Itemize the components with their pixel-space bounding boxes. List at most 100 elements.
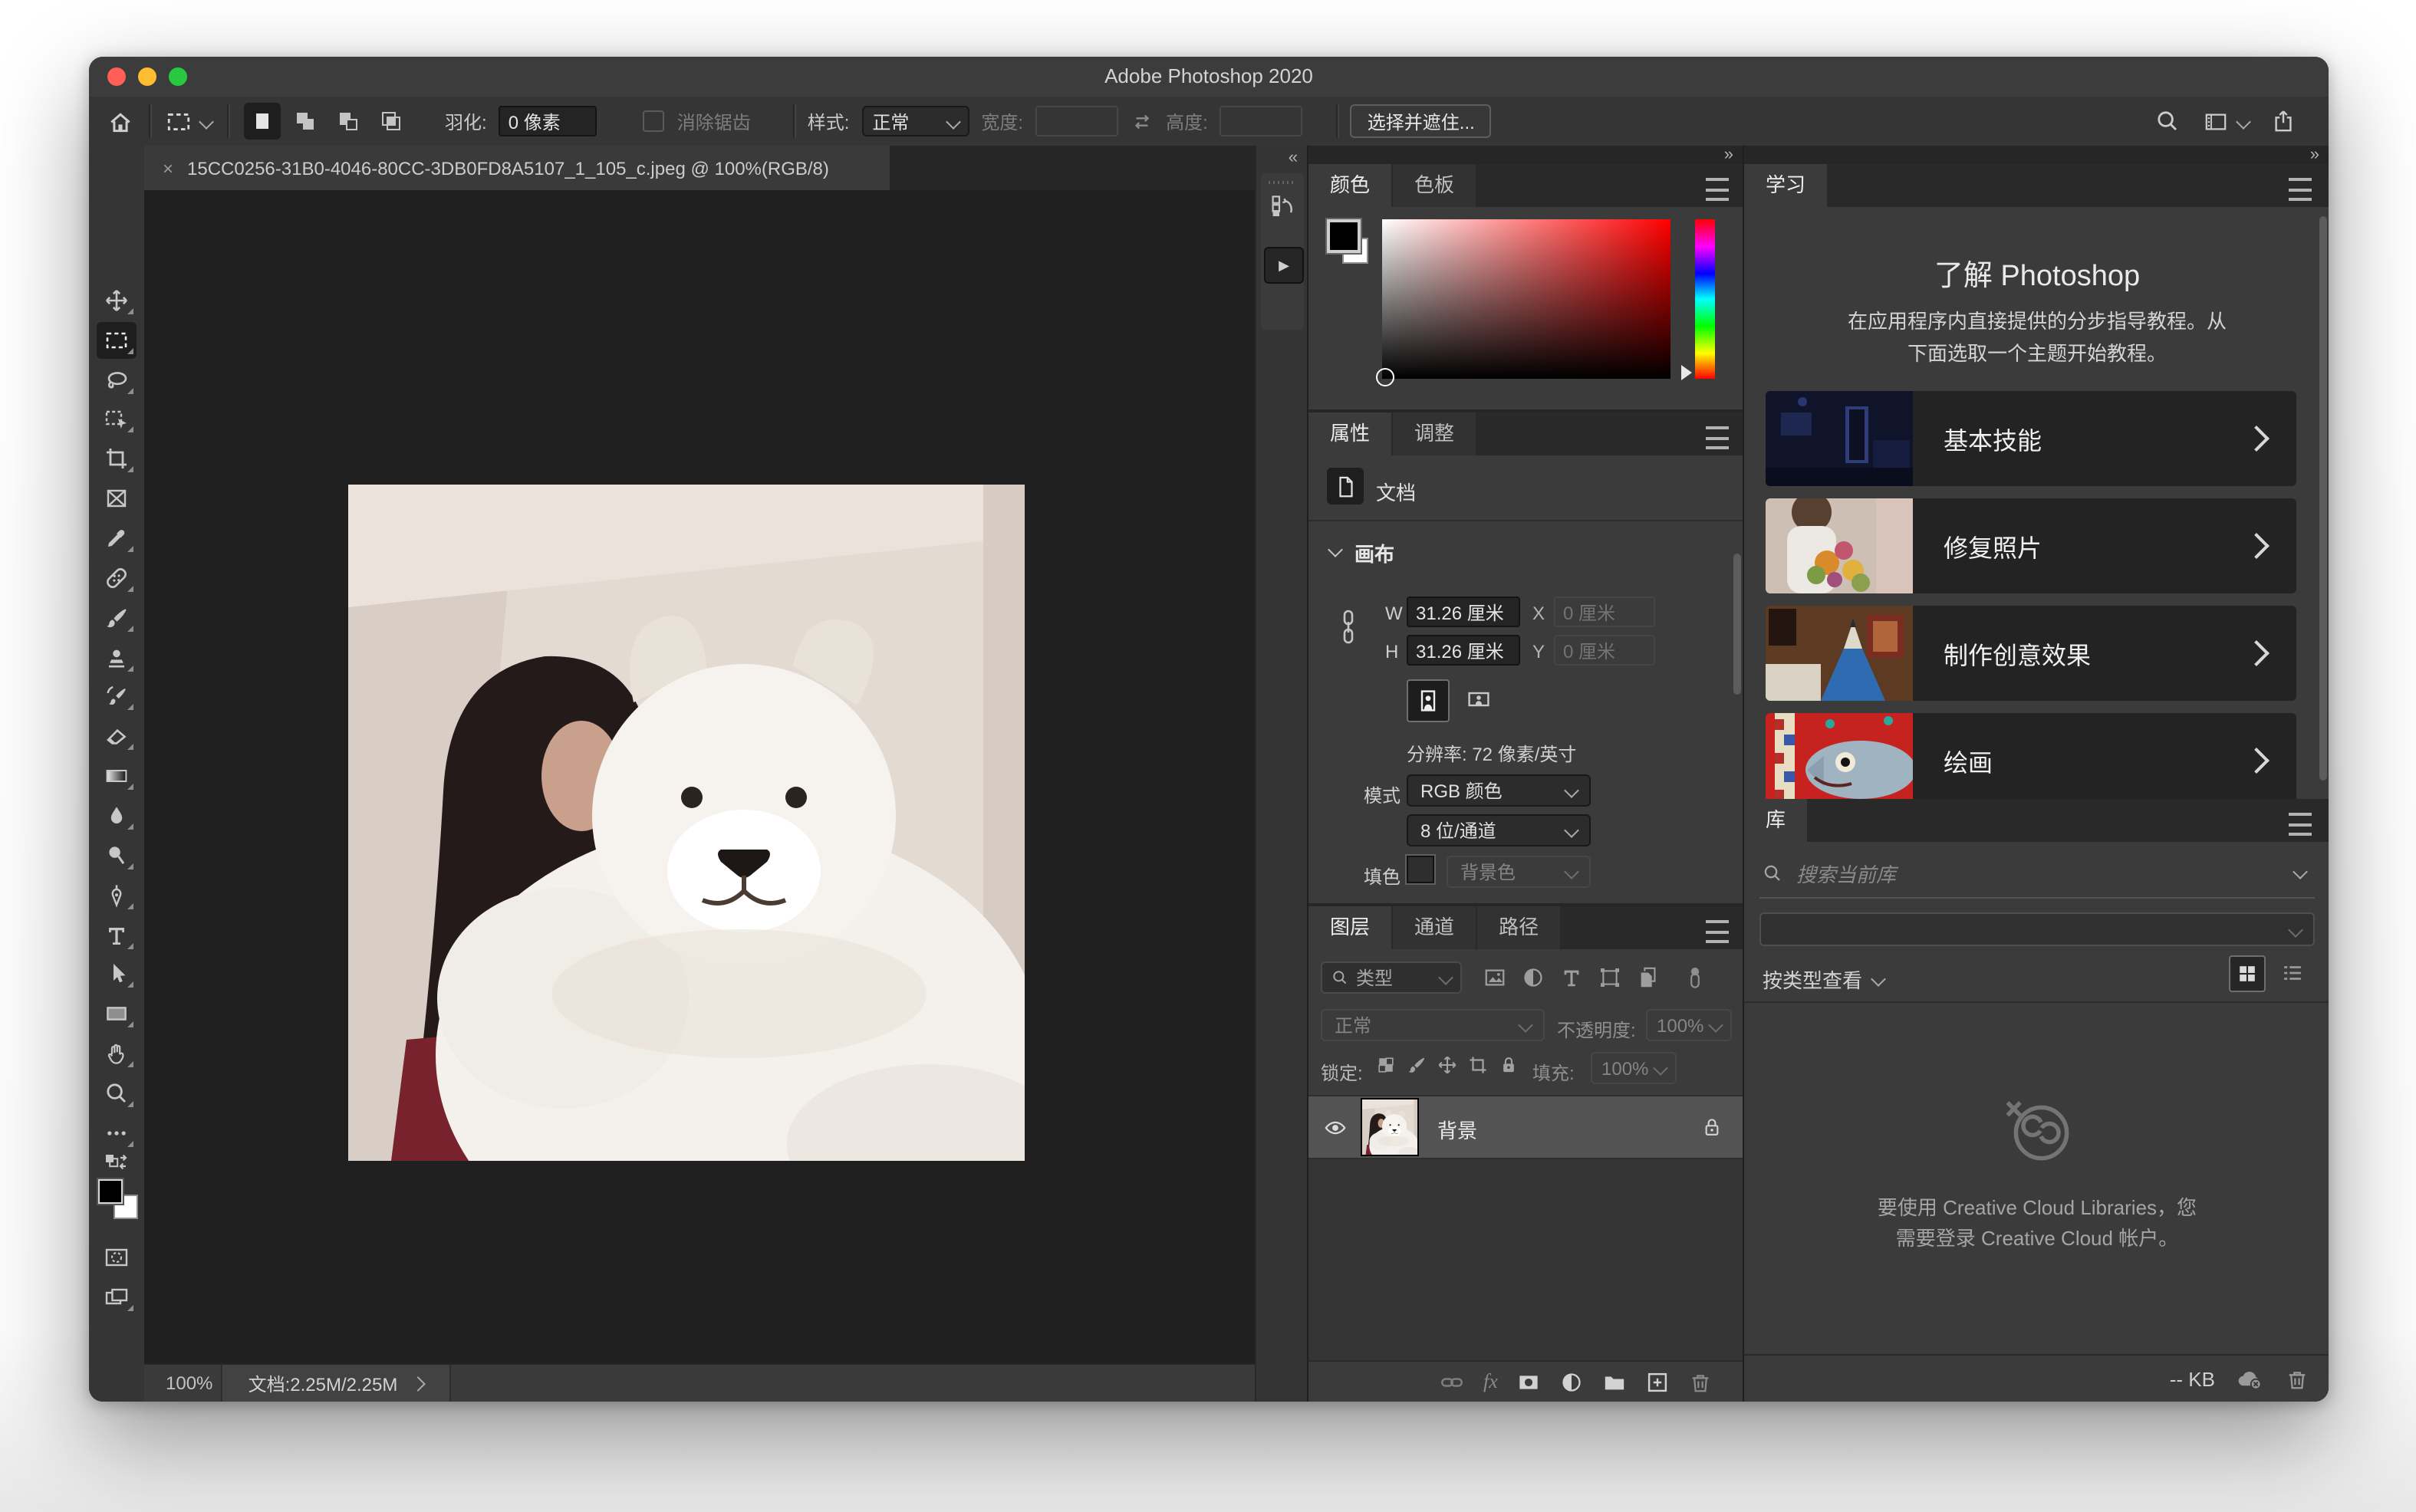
zoom-tool[interactable] bbox=[97, 1075, 137, 1112]
panel-menu-icon[interactable] bbox=[1706, 178, 1729, 201]
lasso-tool[interactable] bbox=[97, 362, 137, 399]
filter-adjustment-layers-icon[interactable] bbox=[1522, 966, 1545, 989]
canvas-viewport[interactable] bbox=[144, 190, 1255, 1365]
actions-panel-button[interactable]: ▶ bbox=[1264, 247, 1304, 284]
healing-brush-tool[interactable] bbox=[97, 560, 137, 597]
filter-type-layers-icon[interactable] bbox=[1560, 966, 1583, 989]
layer-visibility-eye-icon[interactable] bbox=[1324, 1116, 1347, 1139]
home-icon[interactable] bbox=[107, 108, 133, 134]
share-icon[interactable] bbox=[2272, 109, 2295, 133]
filter-smart-objects-icon[interactable] bbox=[1637, 966, 1660, 989]
edit-toolbar-button[interactable] bbox=[97, 1115, 137, 1152]
intersect-selection-button[interactable] bbox=[373, 103, 410, 140]
new-group-folder-icon[interactable] bbox=[1604, 1370, 1627, 1393]
fill-dropdown[interactable]: 背景色 bbox=[1447, 856, 1591, 888]
library-search-input[interactable] bbox=[1793, 857, 2260, 891]
feather-input[interactable] bbox=[499, 106, 597, 136]
close-tab-icon[interactable]: × bbox=[163, 157, 173, 179]
add-layer-mask-icon[interactable] bbox=[1518, 1370, 1541, 1393]
tab-paths[interactable]: 路径 bbox=[1477, 906, 1560, 949]
layer-style-fx-icon[interactable]: fx bbox=[1483, 1369, 1498, 1394]
chevron-down-icon[interactable] bbox=[2293, 864, 2308, 879]
layer-filter-dropdown[interactable]: 类型 bbox=[1321, 961, 1462, 994]
brush-tool[interactable] bbox=[97, 600, 137, 636]
panel-menu-icon[interactable] bbox=[1706, 920, 1729, 943]
fill-color-swatch[interactable] bbox=[1407, 856, 1434, 883]
filter-shape-layers-icon[interactable] bbox=[1598, 966, 1621, 989]
lock-position-icon[interactable] bbox=[1437, 1055, 1457, 1075]
layer-row-background[interactable]: 背景 bbox=[1308, 1095, 1744, 1159]
canvas-y-input[interactable] bbox=[1554, 635, 1655, 666]
workspace-switcher[interactable] bbox=[2203, 110, 2249, 133]
new-layer-icon[interactable] bbox=[1647, 1370, 1670, 1393]
default-swap-colors[interactable] bbox=[97, 1152, 137, 1176]
document-tab[interactable]: × 15CC0256-31B0-4046-80CC-3DB0FD8A5107_1… bbox=[144, 146, 890, 190]
orientation-landscape-button[interactable] bbox=[1459, 679, 1499, 719]
canvas-width-input[interactable] bbox=[1407, 597, 1520, 627]
swap-dimensions-icon[interactable] bbox=[1131, 110, 1154, 133]
object-selection-tool[interactable] bbox=[97, 400, 137, 437]
select-and-mask-button[interactable]: 选择并遮住... bbox=[1351, 104, 1492, 138]
eraser-tool[interactable] bbox=[97, 718, 137, 754]
grid-view-button[interactable] bbox=[2229, 955, 2266, 992]
tab-properties[interactable]: 属性 bbox=[1308, 413, 1391, 455]
cloud-sync-error-icon[interactable] bbox=[2237, 1366, 2264, 1391]
dock-grip[interactable] bbox=[1269, 181, 1296, 184]
foreground-color-swatch[interactable] bbox=[1327, 219, 1361, 253]
eyedropper-tool[interactable] bbox=[97, 520, 137, 557]
quick-mask-button[interactable] bbox=[97, 1239, 137, 1276]
tab-layers[interactable]: 图层 bbox=[1308, 906, 1391, 949]
filter-pixel-layers-icon[interactable] bbox=[1483, 966, 1506, 989]
delete-layer-trash-icon[interactable] bbox=[1690, 1370, 1713, 1393]
rectangular-marquee-tool[interactable] bbox=[97, 322, 137, 359]
orientation-portrait-button[interactable] bbox=[1407, 679, 1450, 722]
tab-learn[interactable]: 学习 bbox=[1744, 164, 1827, 207]
pen-tool[interactable] bbox=[97, 877, 137, 914]
width-input[interactable] bbox=[1035, 106, 1118, 136]
tab-color[interactable]: 颜色 bbox=[1308, 164, 1391, 207]
library-select-dropdown[interactable] bbox=[1759, 912, 2315, 946]
layer-name[interactable]: 背景 bbox=[1437, 1115, 1477, 1144]
zoom-level-field[interactable]: 100% bbox=[166, 1372, 218, 1394]
new-selection-button[interactable] bbox=[244, 103, 281, 140]
learn-card-basic-skills[interactable]: 基本技能 bbox=[1766, 391, 2296, 486]
style-dropdown[interactable]: 正常 bbox=[861, 106, 969, 136]
foreground-background-swatches[interactable] bbox=[98, 1179, 138, 1222]
document-info[interactable]: 文档:2.25M/2.25M bbox=[221, 1365, 451, 1402]
hand-tool[interactable] bbox=[97, 1035, 137, 1072]
history-panel-icon[interactable] bbox=[1270, 193, 1295, 218]
blur-tool[interactable] bbox=[97, 797, 137, 834]
new-adjustment-layer-icon[interactable] bbox=[1561, 1370, 1584, 1393]
lock-transparency-icon[interactable] bbox=[1376, 1055, 1396, 1075]
tab-channels[interactable]: 通道 bbox=[1393, 906, 1476, 949]
rectangle-tool[interactable] bbox=[97, 995, 137, 1032]
gradient-tool[interactable] bbox=[97, 758, 137, 794]
filter-toggle-icon[interactable] bbox=[1683, 965, 1707, 989]
foreground-color-swatch[interactable] bbox=[98, 1179, 123, 1204]
properties-scrollbar[interactable] bbox=[1733, 554, 1741, 695]
tab-adjustments[interactable]: 调整 bbox=[1393, 413, 1476, 455]
fill-opacity-field[interactable]: 100% bbox=[1591, 1052, 1677, 1084]
opacity-field[interactable]: 100% bbox=[1646, 1009, 1732, 1041]
mode-dropdown[interactable]: RGB 颜色 bbox=[1407, 774, 1591, 807]
frame-tool[interactable] bbox=[97, 480, 137, 517]
learn-card-painting[interactable]: 绘画 bbox=[1766, 713, 2296, 799]
tab-libraries[interactable]: 库 bbox=[1744, 799, 1807, 842]
learn-scrollbar[interactable] bbox=[2319, 216, 2327, 781]
path-selection-tool[interactable] bbox=[97, 955, 137, 992]
blend-mode-dropdown[interactable]: 正常 bbox=[1321, 1009, 1545, 1041]
lock-pixels-icon[interactable] bbox=[1407, 1055, 1427, 1075]
collapse-dock-button[interactable]: » bbox=[2310, 146, 2318, 164]
history-brush-tool[interactable] bbox=[97, 678, 137, 715]
canvas-height-input[interactable] bbox=[1407, 635, 1520, 666]
panel-menu-icon[interactable] bbox=[1706, 426, 1729, 449]
panel-menu-icon[interactable] bbox=[2289, 813, 2312, 836]
link-layers-icon[interactable] bbox=[1440, 1370, 1463, 1393]
collapse-dock-button[interactable]: » bbox=[1724, 146, 1732, 164]
learn-card-creative-effects[interactable]: 制作创意效果 bbox=[1766, 606, 2296, 701]
anti-alias-checkbox[interactable] bbox=[643, 110, 665, 132]
type-tool[interactable] bbox=[97, 917, 137, 954]
link-dimensions-icon[interactable] bbox=[1339, 609, 1358, 646]
panel-menu-icon[interactable] bbox=[2289, 178, 2312, 201]
section-collapse-icon[interactable] bbox=[1328, 542, 1343, 557]
